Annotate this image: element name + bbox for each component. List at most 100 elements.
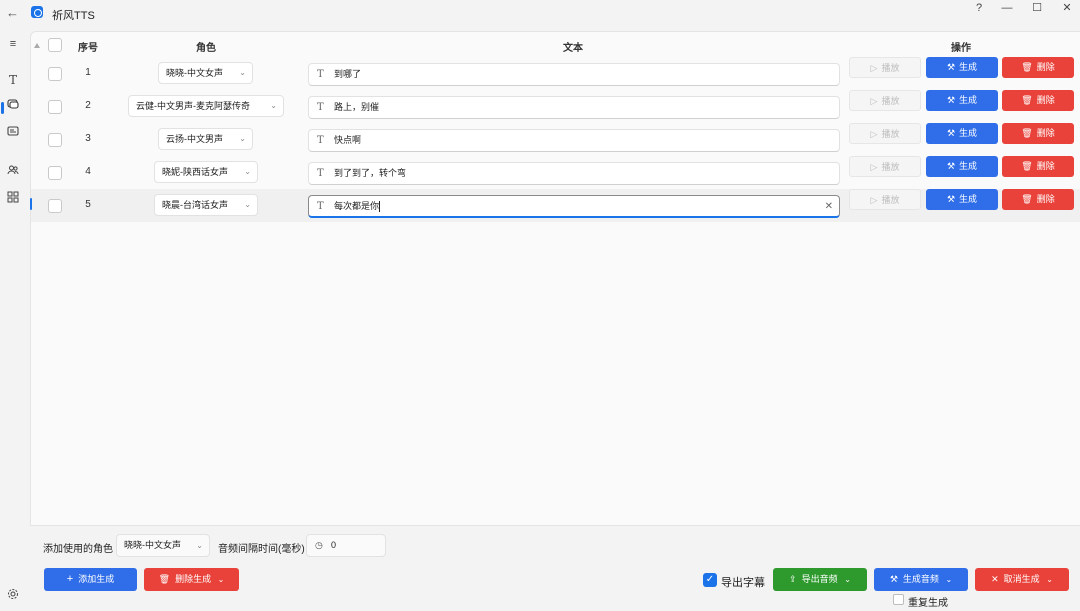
delete-button[interactable]: 🗑 删除 [1002, 90, 1074, 111]
wand-icon: ⚒ [946, 161, 956, 171]
role-select[interactable]: 晓晨-台湾话女声 ⌄ [154, 194, 258, 216]
role-select[interactable]: 晓晓-中文女声 ⌄ [158, 62, 253, 84]
text-input[interactable]: T 到了到了，转个弯 [308, 162, 840, 185]
chevron-down-icon: ⌄ [244, 200, 251, 209]
select-all-checkbox[interactable] [48, 38, 62, 52]
table-row: 3 云扬-中文男声 ⌄ T 快点啊 ▷ 播放 ⚒ 生成 🗑 删除 [31, 123, 1080, 156]
row-checkbox[interactable] [48, 133, 62, 147]
export-audio-button[interactable]: ⇪ 导出音频 ⌄ [773, 568, 867, 591]
delete-label: 删除 [1036, 62, 1055, 72]
role-select[interactable]: 云扬-中文男声 ⌄ [158, 128, 253, 150]
generate-label: 生成 [959, 128, 978, 138]
text-icon[interactable]: T [5, 72, 21, 88]
users-icon[interactable] [5, 164, 21, 180]
text-caret [379, 201, 381, 213]
play-button[interactable]: ▷ 播放 [849, 90, 921, 111]
generate-button[interactable]: ⚒ 生成 [926, 189, 998, 210]
play-button[interactable]: ▷ 播放 [849, 156, 921, 177]
row-active-indicator [30, 198, 32, 210]
text-input[interactable]: T 快点啊 [308, 129, 840, 152]
add-generate-label: 添加生成 [78, 574, 115, 584]
delete-label: 删除 [1036, 128, 1055, 138]
trash-icon: 🗑 [1021, 194, 1033, 204]
row-index: 1 [85, 67, 91, 78]
row-checkbox[interactable] [48, 166, 62, 180]
generate-button[interactable]: ⚒ 生成 [926, 156, 998, 177]
play-button[interactable]: ▷ 播放 [849, 57, 921, 78]
text-input[interactable]: T 到哪了 [308, 63, 840, 86]
delete-button[interactable]: 🗑 删除 [1002, 57, 1074, 78]
role-select[interactable]: 晓妮-陕西话女声 ⌄ [154, 161, 258, 183]
chevron-down-icon: ⌄ [844, 575, 851, 584]
default-role-value: 晓晓-中文女声 [124, 540, 181, 550]
generate-button[interactable]: ⚒ 生成 [926, 90, 998, 111]
generate-audio-button[interactable]: ⚒ 生成音频 ⌄ [874, 568, 968, 591]
role-select[interactable]: 云健-中文男声-麦克阿瑟传奇 ⌄ [128, 95, 284, 117]
generate-button[interactable]: ⚒ 生成 [926, 123, 998, 144]
chevron-down-icon: ⌄ [196, 541, 203, 550]
chevron-down-icon: ⌄ [244, 167, 251, 176]
play-label: 播放 [881, 195, 900, 205]
text-icon: T [317, 135, 324, 146]
chat-icon[interactable] [5, 98, 21, 114]
text-icon: T [317, 168, 324, 179]
back-arrow-icon[interactable]: ← [6, 6, 20, 20]
trash-icon: 🗑 [1021, 161, 1033, 171]
delete-button[interactable]: 🗑 删除 [1002, 156, 1074, 177]
export-subtitle-checkbox[interactable]: ✓ [703, 573, 717, 587]
row-checkbox[interactable] [48, 67, 62, 81]
row-index: 5 [85, 199, 91, 210]
delete-generate-button[interactable]: 🗑 删除生成 ⌄ [144, 568, 239, 591]
maximize-button[interactable]: ☐ [1026, 1, 1048, 15]
grid-icon[interactable] [5, 191, 21, 207]
header-index: 序号 [78, 43, 98, 54]
row-index: 2 [85, 100, 91, 111]
settings-icon[interactable] [5, 588, 21, 604]
close-button[interactable]: ✕ [1056, 1, 1078, 15]
row-checkbox[interactable] [48, 199, 62, 213]
text-input[interactable]: T 每次都是你 ✕ [308, 195, 840, 218]
chevron-down-icon: ⌄ [239, 134, 246, 143]
text-input-value: 每次都是你 [334, 201, 380, 211]
play-icon: ▷ [870, 129, 878, 139]
trash-icon: 🗑 [1021, 95, 1033, 105]
generate-label: 生成 [959, 161, 978, 171]
role-label: 添加使用的角色 [43, 544, 113, 555]
wand-icon: ⚒ [946, 128, 956, 138]
chevron-down-icon: ⌄ [270, 101, 277, 110]
title-bar: ← 祈风TTS ? — ☐ ✕ [0, 0, 1080, 28]
play-button[interactable]: ▷ 播放 [849, 123, 921, 144]
menu-icon[interactable]: ≡ [5, 36, 21, 52]
role-select-value: 云健-中文男声-麦克阿瑟传奇 [136, 101, 250, 111]
regenerate-label: 重复生成 [908, 598, 948, 609]
play-label: 播放 [881, 129, 900, 139]
delete-label: 删除 [1036, 95, 1055, 105]
interval-input[interactable]: ◷ 0 [306, 534, 386, 557]
table-row: 1 晓晓-中文女声 ⌄ T 到哪了 ▷ 播放 ⚒ 生成 🗑 删除 [31, 57, 1080, 90]
image-icon[interactable] [5, 125, 21, 141]
default-role-select[interactable]: 晓晓-中文女声 ⌄ [116, 534, 210, 557]
delete-label: 删除 [1036, 194, 1055, 204]
nav-rail: ≡ T [0, 28, 26, 611]
generate-button[interactable]: ⚒ 生成 [926, 57, 998, 78]
minimize-button[interactable]: — [996, 1, 1018, 15]
row-checkbox[interactable] [48, 100, 62, 114]
sort-indicator-icon[interactable] [34, 43, 40, 48]
text-input[interactable]: T 路上，别催 [308, 96, 840, 119]
table-row: 2 云健-中文男声-麦克阿瑟传奇 ⌄ T 路上，别催 ▷ 播放 ⚒ 生成 🗑 删除 [31, 90, 1080, 123]
help-button[interactable]: ? [968, 1, 990, 15]
play-label: 播放 [881, 162, 900, 172]
regenerate-checkbox[interactable] [893, 594, 904, 605]
role-select-value: 晓晓-中文女声 [166, 68, 223, 78]
trash-icon: 🗑 [158, 574, 171, 584]
cancel-generate-button[interactable]: ✕ 取消生成 ⌄ [975, 568, 1069, 591]
cancel-generate-label: 取消生成 [1003, 574, 1040, 584]
delete-button[interactable]: 🗑 删除 [1002, 123, 1074, 144]
header-text: 文本 [563, 43, 583, 54]
generate-label: 生成 [959, 194, 978, 204]
add-generate-button[interactable]: + 添加生成 [44, 568, 137, 591]
clear-icon[interactable]: ✕ [825, 196, 833, 217]
text-input-value: 到哪了 [334, 69, 362, 79]
play-button[interactable]: ▷ 播放 [849, 189, 921, 210]
delete-button[interactable]: 🗑 删除 [1002, 189, 1074, 210]
